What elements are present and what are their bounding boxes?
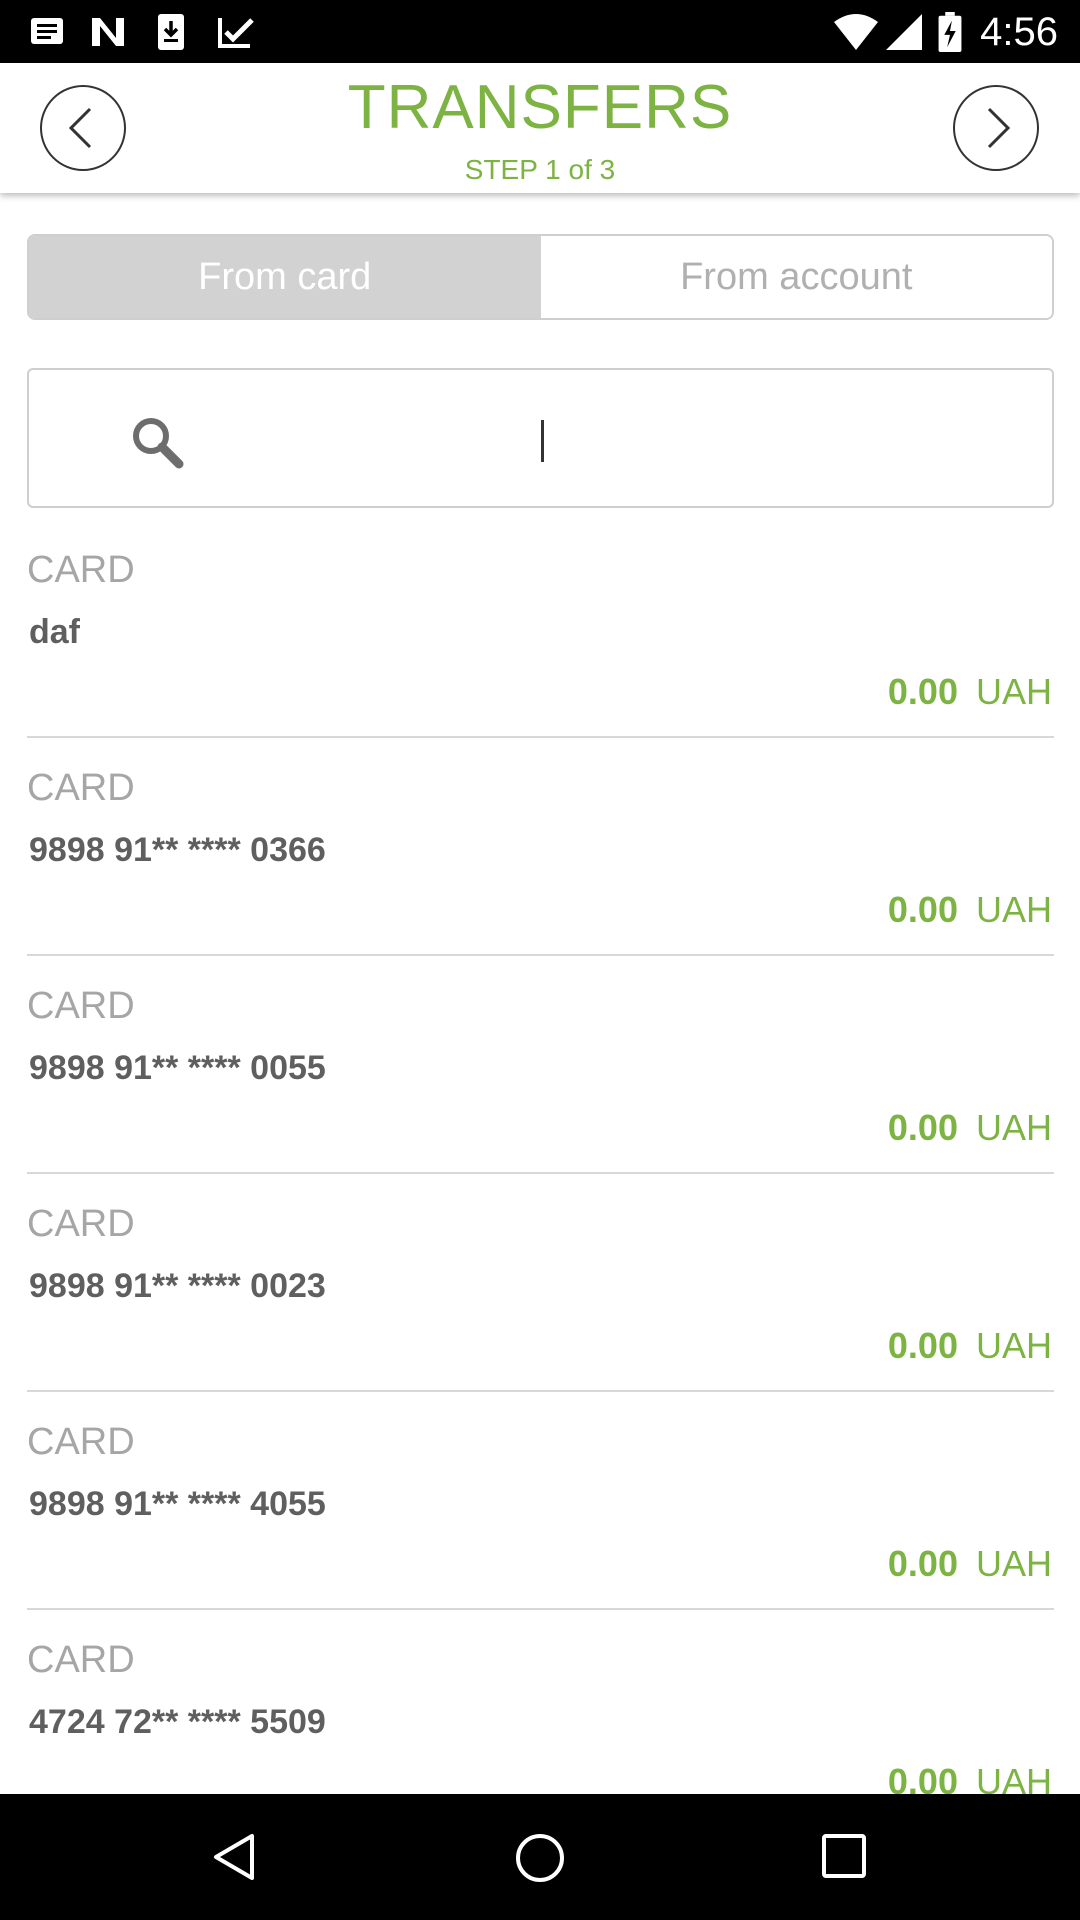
source-tabs: From card From account bbox=[27, 234, 1054, 320]
notification-news-icon bbox=[31, 18, 63, 44]
card-balance: 0.00 UAH bbox=[888, 1106, 1052, 1150]
card-balance: 0.00 UAH bbox=[888, 888, 1052, 932]
wifi-icon bbox=[834, 14, 878, 50]
text-cursor bbox=[541, 420, 544, 462]
battery-charging-icon bbox=[938, 12, 962, 52]
status-time: 4:56 bbox=[980, 10, 1058, 54]
balance-currency: UAH bbox=[975, 671, 1052, 712]
page-title: TRANSFERS bbox=[347, 73, 733, 142]
item-type: CARD bbox=[27, 1203, 135, 1245]
list-item[interactable]: CARD daf 0.00 UAH bbox=[27, 520, 1054, 738]
balance-currency: UAH bbox=[975, 889, 1052, 930]
card-number: 9898 91** **** 4055 bbox=[29, 1485, 326, 1523]
card-number: 9898 91** **** 0023 bbox=[29, 1267, 326, 1305]
card-balance: 0.00 UAH bbox=[888, 1542, 1052, 1586]
status-bar: 4:56 bbox=[0, 0, 1080, 63]
item-type: CARD bbox=[27, 549, 135, 591]
header: TRANSFERS STEP 1 of 3 bbox=[0, 63, 1080, 193]
nav-home-icon[interactable] bbox=[514, 1832, 566, 1884]
balance-amount: 0.00 bbox=[887, 889, 958, 930]
balance-amount: 0.00 bbox=[887, 671, 958, 712]
card-number: 9898 91** **** 0366 bbox=[29, 831, 326, 869]
balance-amount: 0.00 bbox=[887, 1107, 958, 1148]
balance-currency: UAH bbox=[975, 1543, 1052, 1584]
step-indicator: STEP 1 of 3 bbox=[464, 154, 616, 185]
card-name: daf bbox=[29, 613, 80, 651]
search-icon bbox=[133, 418, 184, 469]
balance-currency: UAH bbox=[975, 1107, 1052, 1148]
list-item[interactable]: CARD 9898 91** **** 0023 0.00 UAH bbox=[27, 1174, 1054, 1392]
card-number: 4724 72** **** 5509 bbox=[29, 1703, 326, 1741]
balance-currency: UAH bbox=[975, 1325, 1052, 1366]
search-input[interactable] bbox=[27, 368, 1054, 508]
balance-amount: 0.00 bbox=[887, 1325, 958, 1366]
item-type: CARD bbox=[27, 767, 135, 809]
task-check-icon bbox=[218, 18, 254, 48]
nav-recents-icon[interactable] bbox=[820, 1832, 868, 1880]
system-nav-bar bbox=[0, 1794, 1080, 1920]
next-button[interactable] bbox=[953, 85, 1039, 171]
chevron-right-icon bbox=[987, 107, 1011, 149]
download-icon bbox=[158, 14, 184, 50]
card-balance: 0.00 UAH bbox=[888, 1324, 1052, 1368]
balance-amount: 0.00 bbox=[887, 1543, 958, 1584]
item-type: CARD bbox=[27, 1639, 135, 1681]
signal-icon bbox=[886, 14, 922, 50]
card-list: CARD daf 0.00 UAH CARD 9898 91** **** 036… bbox=[27, 520, 1054, 1828]
item-type: CARD bbox=[27, 1421, 135, 1463]
card-balance: 0.00 UAH bbox=[888, 670, 1052, 714]
nav-back-icon[interactable] bbox=[210, 1832, 260, 1882]
list-item[interactable]: CARD 9898 91** **** 4055 0.00 UAH bbox=[27, 1392, 1054, 1610]
list-item[interactable]: CARD 9898 91** **** 0055 0.00 UAH bbox=[27, 956, 1054, 1174]
card-number: 9898 91** **** 0055 bbox=[29, 1049, 326, 1087]
item-type: CARD bbox=[27, 985, 135, 1027]
list-item[interactable]: CARD 9898 91** **** 0366 0.00 UAH bbox=[27, 738, 1054, 956]
notification-n-icon bbox=[92, 18, 124, 46]
tab-from-card[interactable]: From card bbox=[29, 236, 541, 318]
tab-from-account[interactable]: From account bbox=[540, 236, 1052, 318]
